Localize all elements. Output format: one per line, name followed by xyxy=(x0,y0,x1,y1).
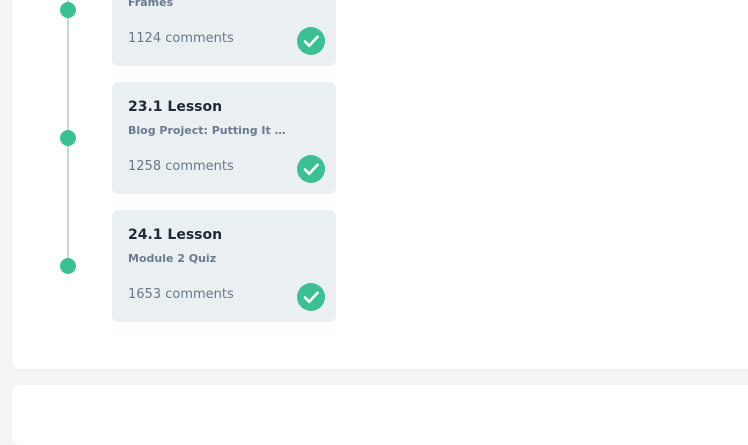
next-panel xyxy=(12,385,748,445)
lesson-comments-count[interactable]: 1258 comments xyxy=(128,159,234,174)
timeline-dot-icon xyxy=(60,2,76,18)
completed-check-icon[interactable] xyxy=(297,283,325,311)
lesson-card[interactable]: Frames 1124 comments xyxy=(112,0,336,66)
timeline-dot-icon xyxy=(60,258,76,274)
lesson-card[interactable]: 24.1 Lesson Module 2 Quiz 1653 comments xyxy=(112,210,336,322)
lesson-subtitle: Blog Project: Putting It All... xyxy=(128,124,288,137)
lesson-card[interactable]: 23.1 Lesson Blog Project: Putting It All… xyxy=(112,82,336,194)
lesson-subtitle: Module 2 Quiz xyxy=(128,252,217,265)
lesson-comments-count[interactable]: 1653 comments xyxy=(128,287,234,302)
lesson-subtitle: Frames xyxy=(128,0,174,9)
lesson-comments-count[interactable]: 1124 comments xyxy=(128,31,234,46)
timeline-dot-icon xyxy=(60,130,76,146)
lesson-title: 23.1 Lesson xyxy=(128,99,223,115)
completed-check-icon[interactable] xyxy=(297,155,325,183)
lesson-title: 24.1 Lesson xyxy=(128,227,223,243)
completed-check-icon[interactable] xyxy=(297,27,325,55)
